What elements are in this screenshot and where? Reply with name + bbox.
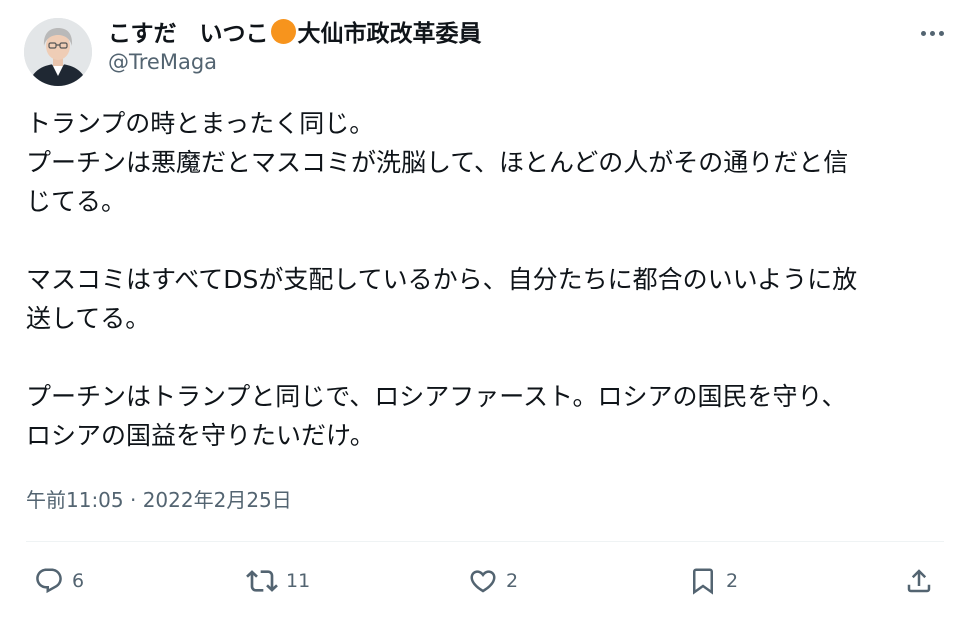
more-options-button[interactable] [912,18,952,48]
tweet-line: じてる。 [26,187,127,216]
more-options-icon [938,30,944,36]
author-name-prefix: こすだ いつこ [108,21,269,47]
tweet-line: 送してる。 [26,304,151,333]
retweet-button[interactable]: 11 [246,563,310,599]
tweet-timestamp[interactable]: 午前11:05 · 2022年2月25日 [26,484,292,513]
like-count: 2 [506,570,519,592]
bookmark-button[interactable]: 2 [688,563,738,599]
tweet-card: こすだ いつこ 大仙市政改革委員 @TreMaga トランプの時とまったく同じ。… [0,0,967,617]
retweet-count: 11 [286,570,311,592]
author-name[interactable]: こすだ いつこ 大仙市政改革委員 [108,14,482,48]
more-options-icon [929,30,935,36]
reply-icon [36,568,62,594]
tweet-line: ロシアの国益を守りたいだけ。 [26,421,375,450]
like-button[interactable]: 2 [468,563,518,599]
author-name-suffix: 大仙市政改革委員 [297,21,482,47]
bookmark-count: 2 [726,570,739,592]
reply-button[interactable]: 6 [34,563,84,599]
tweet-text: トランプの時とまったく同じ。 プーチンは悪魔だとマスコミが洗脳して、ほとんどの人… [26,104,946,455]
retweet-icon [246,570,278,592]
reply-count: 6 [72,570,85,592]
tweet-line: トランプの時とまったく同じ。 [26,109,375,138]
avatar[interactable] [24,18,92,86]
share-icon [907,569,931,593]
share-button[interactable] [904,563,934,599]
more-options-icon [920,30,926,36]
heart-icon [470,570,496,593]
bookmark-icon [693,568,713,595]
tweet-line: マスコミはすべてDSが支配しているから、自分たちに都合のいいように放 [26,265,858,294]
tweet-line: プーチンはトランプと同じで、ロシアファースト。ロシアの国民を守り、 [26,382,847,411]
orange-circle-icon [270,18,296,44]
author-handle[interactable]: @TreMaga [108,50,217,74]
avatar-image [24,18,92,86]
divider [26,541,944,542]
tweet-line: プーチンは悪魔だとマスコミが洗脳して、ほとんどの人がその通りだと信 [26,148,849,177]
